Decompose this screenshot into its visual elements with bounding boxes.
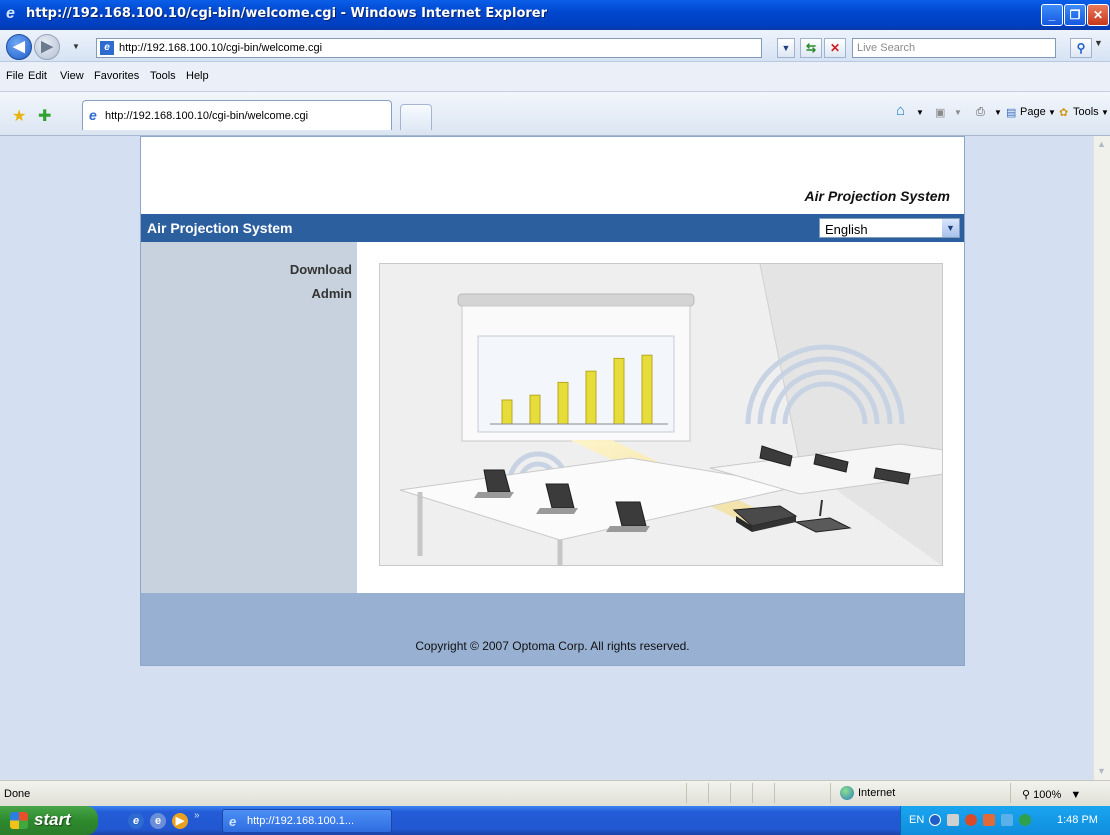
scroll-up-arrow[interactable]: ▲ [1093,136,1110,153]
gear-icon: ✿ [1059,107,1069,119]
screen-housing [457,293,695,307]
vertical-scrollbar[interactable] [1093,136,1110,780]
forward-button[interactable]: ▶ [34,34,60,60]
close-button[interactable]: ✕ [1087,4,1109,26]
refresh-button[interactable]: ⇆ [800,38,822,58]
start-label: start [34,810,71,829]
taskbar-ie-label: http://192.168.100.1... [247,815,355,827]
windows-logo-icon [10,812,28,829]
maximize-button[interactable]: ❐ [1064,4,1086,26]
tools-menu[interactable]: Tools [1073,106,1099,118]
menu-bar: File Edit View Favorites Tools Help [0,62,1110,92]
home-icon[interactable]: ⌂ [896,102,905,119]
ie-icon: e [6,5,15,22]
add-favorites-icon[interactable]: ✚ [38,106,51,126]
clock: 1:48 PM [1057,814,1098,826]
page-menu-icon: ▤ [1006,107,1017,119]
nav-download[interactable]: Download [290,262,352,277]
screen-chart-bar [529,394,541,425]
menu-view[interactable]: View [60,70,84,82]
update-tray-icon[interactable] [1019,814,1031,826]
taskbar: start e e ▶ » e http://192.168.100.1... … [0,806,1110,835]
zoom-dropdown[interactable]: ▼ [1061,789,1081,801]
menu-edit[interactable]: Edit [28,70,47,82]
search-icon[interactable]: ⚲ [1070,38,1092,58]
header-bar: Air Projection System English ▼ [141,214,964,242]
page-icon: e [89,107,97,123]
zoom-value: 100% [1033,789,1062,801]
tray-language[interactable]: EN [909,814,924,826]
hero-image [379,263,943,566]
search-input[interactable]: Live Search [852,38,1056,58]
scroll-down-arrow[interactable]: ▼ [1093,763,1110,780]
tray-expand-icon[interactable] [929,814,941,826]
menu-tools[interactable]: Tools [150,70,176,82]
search-options-dropdown[interactable]: ▼ [1094,38,1103,48]
zoom-icon: ⚲ [1022,789,1034,801]
volume-tray-icon[interactable] [1001,814,1013,826]
back-button[interactable]: ◀ [6,34,32,60]
taskbar-ie-window[interactable]: e http://192.168.100.1... [222,809,392,833]
language-select[interactable]: English ▼ [819,218,960,238]
globe-icon [840,786,854,800]
tab-current[interactable]: e http://192.168.100.10/cgi-bin/welcome.… [82,100,392,130]
tools-dropdown[interactable]: ▼ [1101,108,1109,117]
nav-admin[interactable]: Admin [312,286,352,301]
print-dropdown[interactable]: ▼ [994,108,1002,117]
header-title: Air Projection System [147,220,293,236]
page-menu[interactable]: Page [1020,106,1046,118]
status-bar: Done Internet ⚲ 100% ▼ [0,780,1110,806]
start-button[interactable]: start [0,806,98,835]
screen-chart-bar [557,381,569,425]
page-icon: e [100,41,114,55]
favorites-center-icon[interactable]: ★ [12,106,26,126]
address-url: http://192.168.100.10/cgi-bin/welcome.cg… [119,42,323,54]
print-icon[interactable]: ⎙ [976,106,985,119]
address-toolbar: ◀ ▶ ▼ e http://192.168.100.10/cgi-bin/we… [0,30,1110,62]
search-placeholder: Live Search [857,42,916,54]
security-tray-icon[interactable] [965,814,977,826]
outlook-quicklaunch-icon[interactable]: e [150,813,166,829]
system-tray: EN 1:48 PM [900,806,1110,835]
chevron-down-icon[interactable]: ▼ [942,219,959,237]
language-value: English [825,222,868,237]
tab-bar: ★ ✚ e http://192.168.100.10/cgi-bin/welc… [0,92,1110,136]
new-tab-button[interactable] [400,104,432,130]
screen-chart-bar [585,370,597,425]
sidebar: Download Admin [141,242,357,593]
feeds-dropdown[interactable]: ▼ [954,108,962,117]
address-input[interactable]: e http://192.168.100.10/cgi-bin/welcome.… [96,38,762,58]
security-zone: Internet [840,786,895,800]
stop-button[interactable]: ✕ [824,38,846,58]
screen-chart-bar [501,399,513,425]
page-dropdown[interactable]: ▼ [1048,108,1056,117]
alert-tray-icon[interactable] [983,814,995,826]
menu-file[interactable]: File [6,70,24,82]
media-player-quicklaunch-icon[interactable]: ▶ [172,813,188,829]
tab-label: http://192.168.100.10/cgi-bin/welcome.cg… [105,110,309,122]
copyright-text: Copyright © 2007 Optoma Corp. All rights… [415,639,690,653]
title-bar: e http://192.168.100.10/cgi-bin/welcome.… [0,0,1110,30]
menu-favorites[interactable]: Favorites [94,70,139,82]
zoom-level[interactable]: ⚲ 100% ▼ [1022,788,1081,801]
quicklaunch-overflow-icon[interactable]: » [194,810,200,821]
ie-icon: e [229,814,237,829]
home-dropdown[interactable]: ▼ [916,108,924,117]
screen-chart-bar [641,354,653,425]
window-title: http://192.168.100.10/cgi-bin/welcome.cg… [26,6,548,21]
footer: Copyright © 2007 Optoma Corp. All rights… [141,593,964,665]
menu-help[interactable]: Help [186,70,209,82]
minimize-button[interactable]: _ [1041,4,1063,26]
network-tray-icon[interactable] [947,814,959,826]
web-page: Air Projection System Air Projection Sys… [140,136,965,666]
brand-title: Air Projection System [804,188,951,204]
recent-pages-dropdown[interactable]: ▼ [72,42,80,51]
status-text: Done [4,788,31,800]
address-dropdown-button[interactable]: ▼ [777,38,795,58]
presentation-room-illustration [380,264,942,565]
screen-chart-bar [613,357,625,425]
ie-quicklaunch-icon[interactable]: e [128,813,144,829]
feeds-icon[interactable]: ▣ [935,106,945,119]
zone-label: Internet [858,786,896,799]
